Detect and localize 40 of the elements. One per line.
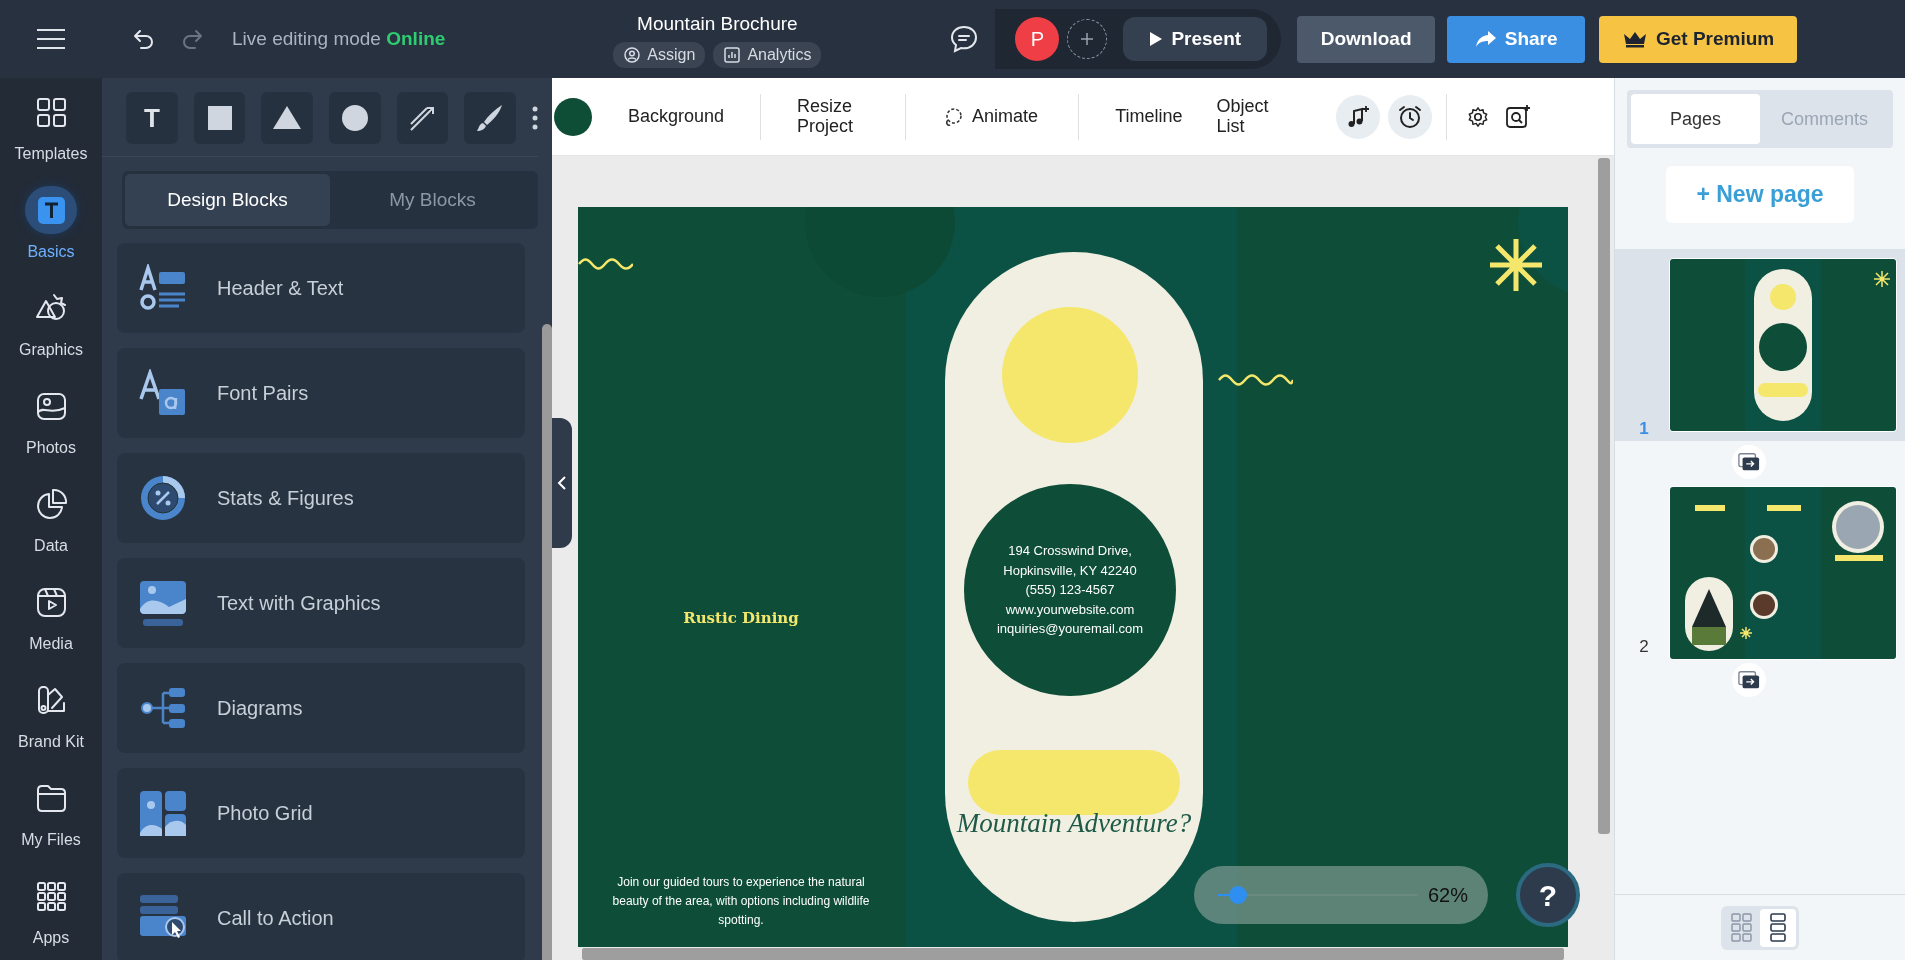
editing-mode-status: Live editing mode Online [232,26,446,51]
sidebar-item[interactable]: Photos [0,372,102,470]
tagline-text[interactable]: Mountain Adventure? [953,803,1195,844]
heading-text[interactable]: Rustic Dining [618,607,864,630]
zoom-percentage: 62% [1427,883,1468,908]
page-number: 2 [1638,635,1650,658]
toolbar-item[interactable]: Object List [1210,95,1291,138]
sidebar-item[interactable]: Data [0,470,102,568]
toolbar-item[interactable]: Timeline [1109,105,1189,128]
design-block-item[interactable]: Header & Text [117,243,525,333]
user-avatar[interactable]: P [1015,17,1060,61]
sidebar-item[interactable]: Graphics [0,274,102,372]
present-button[interactable]: Present [1123,16,1268,62]
toolbar-item[interactable]: Background [622,105,731,128]
contact-details[interactable]: 194 Crosswind Drive, Hopkinsville, KY 42240 (555) 123-4567 www.yourwebsite.com inquiries@youremail.com [996,541,1144,639]
design-block-item[interactable]: Font Pairs [117,348,525,438]
sidebar-item[interactable]: Basics [0,176,102,274]
sidebar-item[interactable]: Brand Kit [0,666,102,764]
tab[interactable]: Pages [1631,94,1760,144]
design-block-item[interactable]: Diagrams [117,663,525,753]
toolbar-item[interactable]: Animate [936,104,1045,129]
design-block-item[interactable]: Photo Grid [117,768,525,858]
sidebar-item[interactable]: My Files [0,764,102,862]
premium-button[interactable]: Get Premium [1599,15,1798,63]
design-block-item[interactable]: Stats & Figures [117,453,525,543]
title-link[interactable]: Assign [613,41,706,68]
page-number: 1 [1638,417,1650,440]
intro-paragraph[interactable]: Join our guided tours to experience the natural beauty of the area, with options including wildlife spotting. [608,873,874,931]
sidebar-item[interactable]: Media [0,568,102,666]
sidebar-item[interactable]: Templates [0,78,102,176]
tab[interactable]: Design Blocks [125,174,330,226]
download-button[interactable]: Download [1297,15,1436,63]
tab[interactable]: My Blocks [330,174,535,226]
toolbar-item[interactable]: Resize Project [791,95,872,138]
text-tool[interactable]: T [126,92,178,144]
document-title[interactable]: Mountain Brochure [637,10,798,39]
title-link[interactable]: Analytics [713,41,822,68]
design-block-item[interactable]: Call to Action [117,873,525,960]
sidebar-item[interactable]: Apps [0,862,102,960]
design-block-item[interactable]: Text with Graphics [117,558,525,648]
